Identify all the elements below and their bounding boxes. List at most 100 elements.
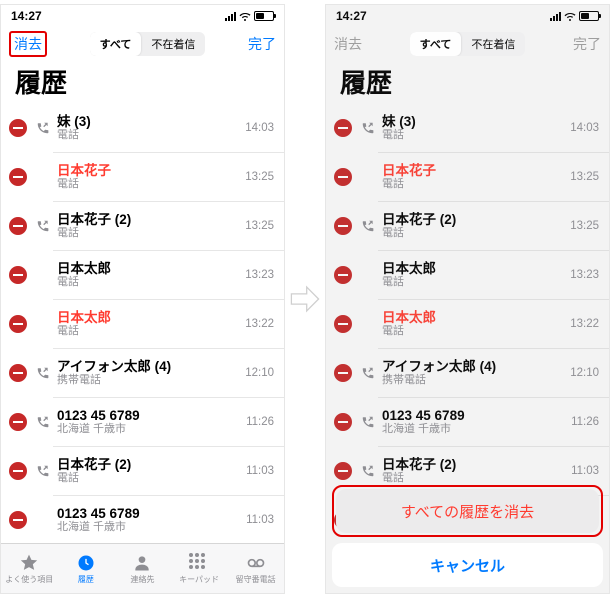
signal-icon <box>550 12 561 21</box>
outgoing-call-icon <box>360 366 376 380</box>
call-row[interactable]: 0123 45 6789 北海道 千歳市 11:26 <box>1 398 284 446</box>
call-info: 0123 45 6789 北海道 千歳市 <box>57 408 246 436</box>
call-name: 日本花子 (2) <box>57 212 245 228</box>
highlight-clear: 消去 <box>9 31 47 57</box>
delete-icon[interactable] <box>334 119 352 137</box>
call-row[interactable]: 日本花子 電話 13:25 <box>1 153 284 201</box>
call-row[interactable]: 日本太郎 電話 13:23 <box>1 251 284 299</box>
call-time: 12:10 <box>570 367 599 379</box>
call-row[interactable]: 日本花子 (2) 電話 13:25 <box>326 202 609 250</box>
call-row[interactable]: 日本太郎 電話 13:23 <box>326 251 609 299</box>
status-time: 14:27 <box>336 9 367 23</box>
battery-icon <box>254 11 274 21</box>
clear-all-button[interactable]: すべての履歴を消去 <box>336 489 599 533</box>
call-sub: 電話 <box>57 472 246 485</box>
arrow-separator <box>285 282 325 316</box>
delete-icon[interactable] <box>9 168 27 186</box>
call-name: 日本太郎 <box>57 261 245 277</box>
call-sub: 電話 <box>57 325 245 338</box>
delete-icon[interactable] <box>334 217 352 235</box>
delete-icon[interactable] <box>334 168 352 186</box>
call-info: 日本花子 電話 <box>57 163 245 191</box>
seg-missed[interactable]: 不在着信 <box>461 32 525 56</box>
call-sub: 電話 <box>382 227 570 240</box>
delete-icon[interactable] <box>9 462 27 480</box>
call-sub: 電話 <box>57 178 245 191</box>
call-time: 11:03 <box>246 514 274 526</box>
tab-voicemail[interactable]: 留守番電話 <box>227 544 284 593</box>
call-time: 13:22 <box>570 318 599 330</box>
delete-icon[interactable] <box>9 119 27 137</box>
call-time: 13:23 <box>570 269 599 281</box>
status-bar: 14:27 <box>326 5 609 27</box>
call-info: 0123 45 6789 北海道 千歳市 <box>382 408 571 436</box>
tab-favorites[interactable]: よく使う項目 <box>1 544 58 593</box>
clear-button[interactable]: 消去 <box>334 34 362 54</box>
call-row[interactable]: 0123 45 6789 北海道 千歳市 11:26 <box>326 398 609 446</box>
call-row[interactable]: 妹 (3) 電話 14:03 <box>326 104 609 152</box>
call-name: 日本花子 <box>57 163 245 179</box>
person-icon <box>132 553 152 573</box>
delete-icon[interactable] <box>9 266 27 284</box>
call-sub: 電話 <box>382 129 570 142</box>
tab-label: よく使う項目 <box>5 574 53 585</box>
arrow-right-icon <box>288 282 322 316</box>
call-list-left[interactable]: 妹 (3) 電話 14:03 日本花子 電話 13:25 日本花子 (2) 電話… <box>1 104 284 543</box>
delete-icon[interactable] <box>9 315 27 333</box>
tab-contacts[interactable]: 連絡先 <box>114 544 171 593</box>
call-name: アイフォン太郎 (4) <box>382 359 570 375</box>
call-row[interactable]: 妹 (3) 電話 14:03 <box>1 104 284 152</box>
done-button[interactable]: 完了 <box>573 34 601 54</box>
delete-icon[interactable] <box>334 315 352 333</box>
outgoing-call-icon <box>35 464 51 478</box>
call-row[interactable]: 0123 45 6789 北海道 千歳市 11:03 <box>1 496 284 543</box>
done-button[interactable]: 完了 <box>248 34 276 54</box>
call-row[interactable]: 日本太郎 電話 13:22 <box>326 300 609 348</box>
call-time: 11:26 <box>246 416 274 428</box>
call-name: 日本花子 <box>382 163 570 179</box>
call-info: 0123 45 6789 北海道 千歳市 <box>57 506 246 534</box>
call-row[interactable]: 日本太郎 電話 13:22 <box>1 300 284 348</box>
voicemail-icon <box>246 553 266 573</box>
call-info: 妹 (3) 電話 <box>57 114 245 142</box>
call-row[interactable]: 日本花子 (2) 電話 13:25 <box>1 202 284 250</box>
phone-after: 14:27 消去 すべて 不在着信 完了 履歴 妹 (3) 電話 14:03 日… <box>325 4 610 594</box>
delete-icon[interactable] <box>9 511 27 529</box>
segmented-control[interactable]: すべて 不在着信 <box>90 32 206 56</box>
tab-bar: よく使う項目 履歴 連絡先 キーパッド 留守番電話 <box>1 543 284 593</box>
call-time: 14:03 <box>245 122 274 134</box>
clock-icon <box>76 553 96 573</box>
delete-icon[interactable] <box>9 413 27 431</box>
call-time: 13:22 <box>245 318 274 330</box>
call-row[interactable]: アイフォン太郎 (4) 携帯電話 12:10 <box>1 349 284 397</box>
delete-icon[interactable] <box>334 462 352 480</box>
tab-label: 履歴 <box>78 574 94 585</box>
tab-history[interactable]: 履歴 <box>58 544 115 593</box>
call-name: 日本花子 (2) <box>382 457 571 473</box>
outgoing-call-icon <box>360 415 376 429</box>
call-row[interactable]: 日本花子 電話 13:25 <box>326 153 609 201</box>
call-sub: 北海道 千歳市 <box>57 423 246 436</box>
call-row[interactable]: アイフォン太郎 (4) 携帯電話 12:10 <box>326 349 609 397</box>
call-name: 日本花子 (2) <box>382 212 570 228</box>
call-row[interactable]: 日本花子 (2) 電話 11:03 <box>1 447 284 495</box>
cancel-button[interactable]: キャンセル <box>332 543 603 587</box>
tab-keypad[interactable]: キーパッド <box>171 544 228 593</box>
seg-all[interactable]: すべて <box>410 32 462 56</box>
outgoing-call-icon <box>360 219 376 233</box>
delete-icon[interactable] <box>9 364 27 382</box>
delete-icon[interactable] <box>334 266 352 284</box>
seg-all[interactable]: すべて <box>90 32 142 56</box>
call-sub: 電話 <box>57 129 245 142</box>
delete-icon[interactable] <box>334 413 352 431</box>
call-name: 日本太郎 <box>382 310 570 326</box>
delete-icon[interactable] <box>334 364 352 382</box>
outgoing-call-icon <box>35 121 51 135</box>
clear-button[interactable]: 消去 <box>14 34 42 54</box>
call-name: 妹 (3) <box>57 114 245 130</box>
delete-icon[interactable] <box>9 217 27 235</box>
segmented-control[interactable]: すべて 不在着信 <box>410 32 526 56</box>
call-sub: 電話 <box>57 276 245 289</box>
seg-missed[interactable]: 不在着信 <box>141 32 205 56</box>
outgoing-call-icon <box>360 121 376 135</box>
